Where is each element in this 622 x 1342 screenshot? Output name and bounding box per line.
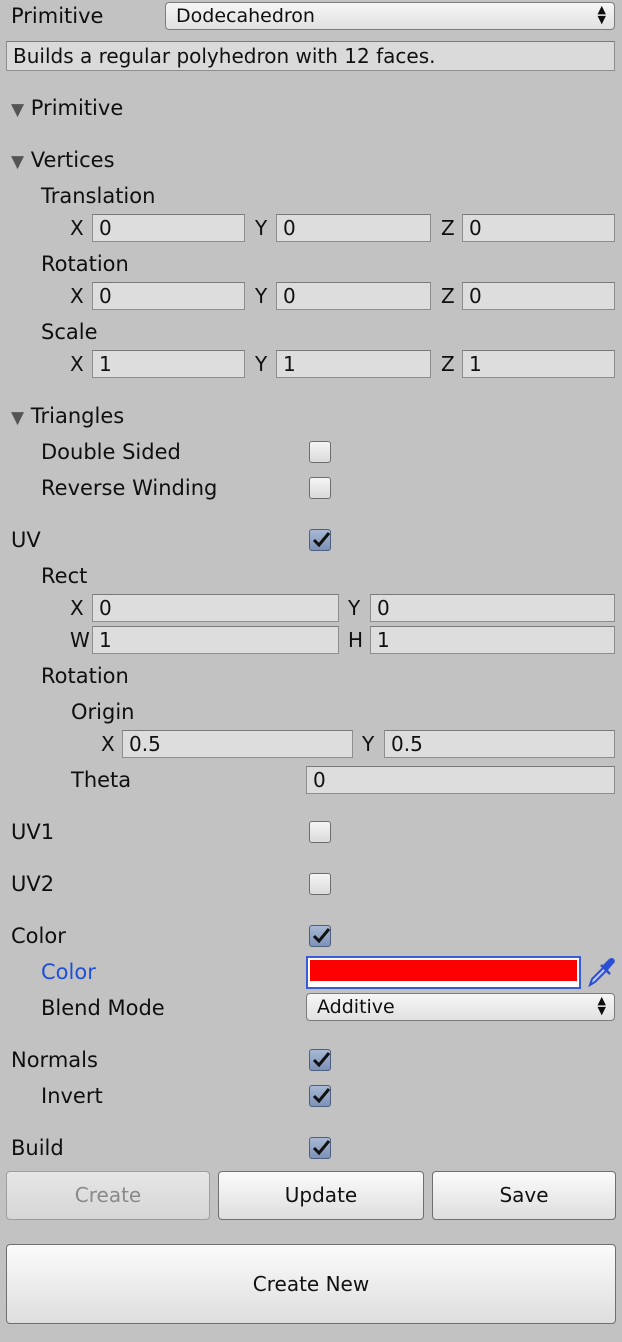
section-vertices[interactable]: ▼ Vertices [11, 146, 115, 176]
blend-mode-dropdown[interactable]: Additive ▲ ▼ [306, 993, 615, 1021]
rotation-z-field[interactable]: 0 [462, 282, 615, 310]
color-swatch[interactable] [306, 956, 581, 989]
axis-z-label: Z [441, 216, 455, 240]
create-button[interactable]: Create [6, 1171, 210, 1220]
scale-y-field[interactable]: 1 [276, 350, 431, 378]
color-swatch-fill [310, 960, 577, 981]
color-section-label: Color [11, 924, 66, 948]
axis-h-label: H [348, 628, 364, 652]
axis-z-label: Z [441, 284, 455, 308]
checkmark-icon [312, 1140, 331, 1156]
rect-h-field[interactable]: 1 [370, 626, 615, 654]
translation-z-field[interactable]: 0 [462, 214, 615, 242]
axis-y-label: Y [255, 352, 268, 376]
axis-y-label: Y [255, 284, 268, 308]
rect-w-field[interactable]: 1 [92, 626, 339, 654]
create-new-button[interactable]: Create New [6, 1244, 616, 1324]
section-triangles-label: Triangles [30, 404, 125, 428]
checkmark-icon [312, 1088, 331, 1104]
origin-y-field[interactable]: 0.5 [384, 730, 615, 758]
blend-mode-label: Blend Mode [41, 996, 165, 1020]
double-sided-label: Double Sided [41, 440, 181, 464]
save-button[interactable]: Save [432, 1171, 616, 1220]
checkmark-icon [312, 928, 331, 944]
uv1-checkbox[interactable] [309, 821, 331, 843]
axis-y-label: Y [255, 216, 268, 240]
reverse-winding-checkbox[interactable] [309, 477, 331, 499]
axis-x-label: X [70, 284, 84, 308]
eyedropper-icon[interactable] [586, 956, 616, 988]
description-box: Builds a regular polyhedron with 12 face… [6, 41, 615, 71]
invert-label: Invert [41, 1084, 103, 1108]
axis-x-label: X [101, 732, 115, 756]
foldout-arrow-icon: ▼ [11, 152, 25, 172]
axis-w-label: W [70, 628, 90, 652]
color-field-label: Color [41, 960, 96, 984]
uv-checkbox[interactable] [309, 529, 331, 551]
build-checkbox[interactable] [309, 1137, 331, 1159]
axis-x-label: X [70, 216, 84, 240]
axis-y-label: Y [362, 732, 375, 756]
rect-y-field[interactable]: 0 [370, 594, 615, 622]
uv2-checkbox[interactable] [309, 873, 331, 895]
section-primitive[interactable]: ▼ Primitive [11, 94, 123, 124]
rect-label: Rect [41, 564, 88, 588]
uv-label: UV [11, 528, 41, 552]
translation-x-field[interactable]: 0 [92, 214, 245, 242]
foldout-arrow-icon: ▼ [11, 100, 25, 120]
translation-label: Translation [41, 184, 156, 208]
uv1-label: UV1 [11, 820, 55, 844]
build-label: Build [11, 1136, 64, 1160]
rotation-label: Rotation [41, 252, 129, 276]
checkmark-icon [312, 1052, 331, 1068]
rect-x-field[interactable]: 0 [92, 594, 339, 622]
uv-rotation-label: Rotation [41, 664, 129, 688]
double-sided-checkbox[interactable] [309, 441, 331, 463]
scale-label: Scale [41, 320, 98, 344]
blend-mode-value: Additive [317, 996, 395, 1018]
color-checkbox[interactable] [309, 925, 331, 947]
dropdown-arrows-icon: ▲ ▼ [597, 3, 606, 26]
section-triangles[interactable]: ▼ Triangles [11, 402, 124, 432]
section-vertices-label: Vertices [30, 148, 115, 172]
normals-label: Normals [11, 1048, 98, 1072]
rotation-x-field[interactable]: 0 [92, 282, 245, 310]
primitive-type-value: Dodecahedron [176, 5, 315, 27]
scale-z-field[interactable]: 1 [462, 350, 615, 378]
invert-checkbox[interactable] [309, 1085, 331, 1107]
theta-field[interactable]: 0 [306, 766, 615, 794]
axis-z-label: Z [441, 352, 455, 376]
axis-x-label: X [70, 352, 84, 376]
section-primitive-label: Primitive [30, 96, 124, 120]
origin-label: Origin [71, 700, 135, 724]
primitive-type-dropdown[interactable]: Dodecahedron ▲ ▼ [165, 2, 615, 30]
translation-y-field[interactable]: 0 [276, 214, 431, 242]
reverse-winding-label: Reverse Winding [41, 476, 218, 500]
checkmark-icon [312, 532, 331, 548]
update-button[interactable]: Update [218, 1171, 424, 1220]
rotation-y-field[interactable]: 0 [276, 282, 431, 310]
origin-x-field[interactable]: 0.5 [122, 730, 353, 758]
dropdown-arrows-icon: ▲ ▼ [597, 994, 606, 1017]
foldout-arrow-icon: ▼ [11, 408, 25, 428]
uv2-label: UV2 [11, 872, 55, 896]
theta-label: Theta [71, 768, 132, 792]
primitive-label: Primitive [11, 4, 104, 28]
axis-x-label: X [70, 596, 84, 620]
scale-x-field[interactable]: 1 [92, 350, 245, 378]
normals-checkbox[interactable] [309, 1049, 331, 1071]
axis-y-label: Y [348, 596, 361, 620]
